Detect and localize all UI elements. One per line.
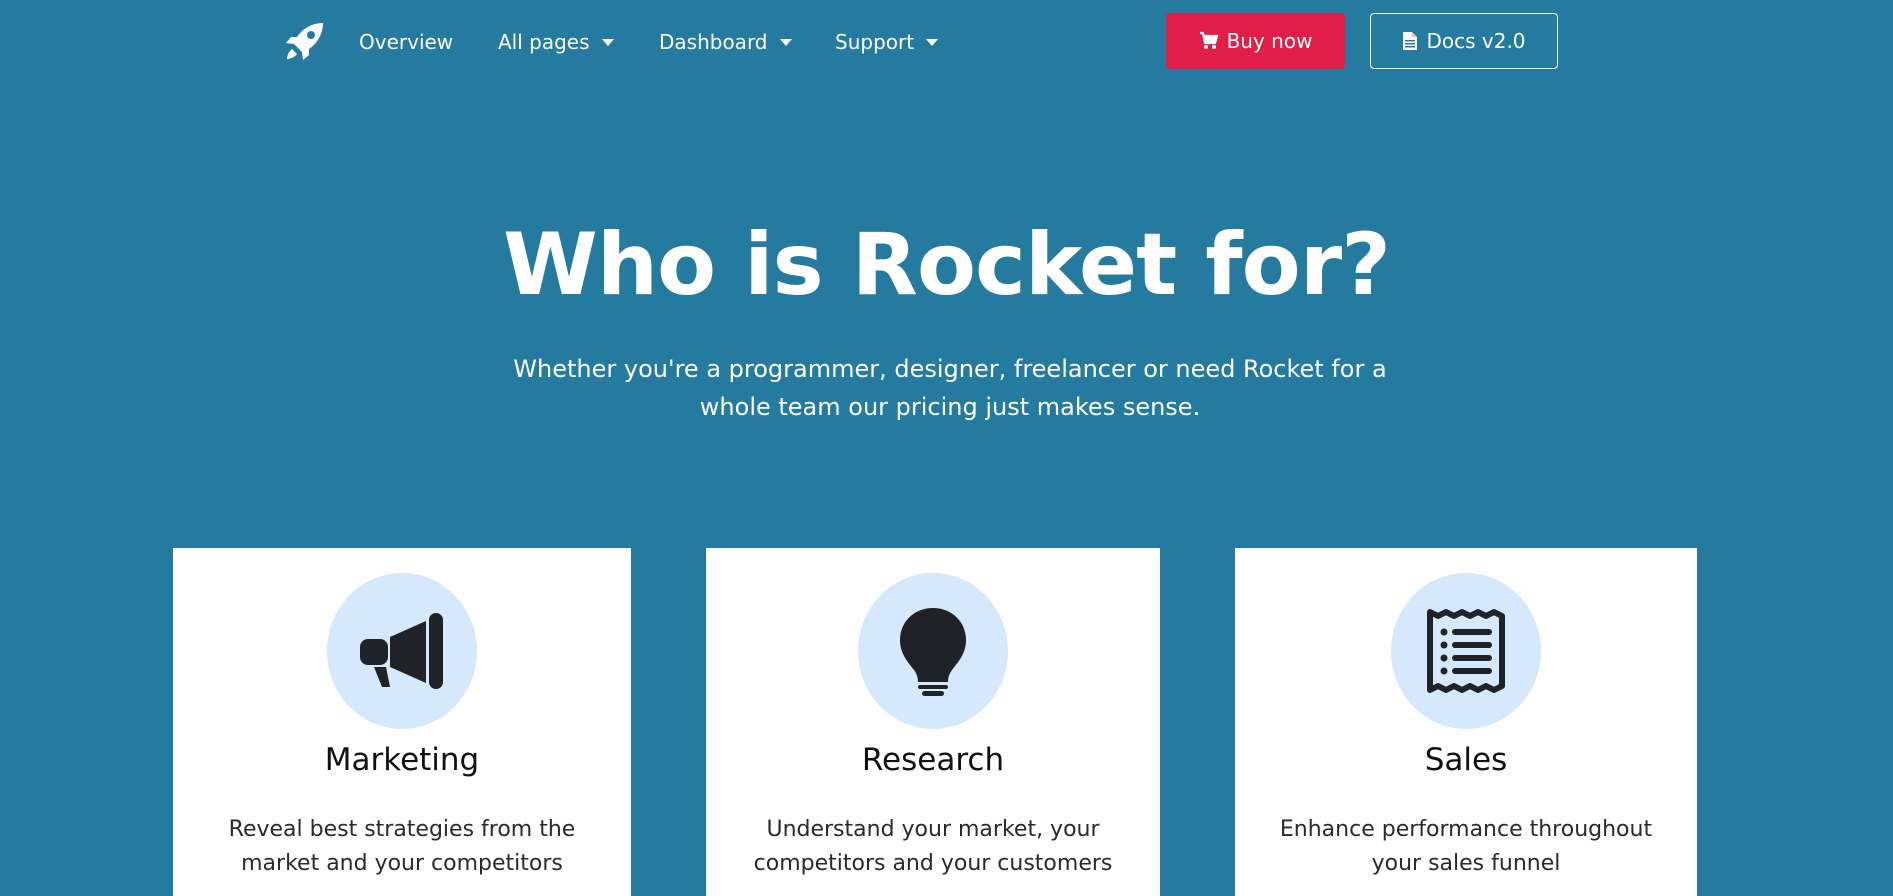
hero-subtitle: Whether you're a programmer, designer, f… [513, 355, 1387, 421]
chevron-down-icon [601, 38, 614, 46]
card-marketing-text: Reveal best strategies from the market a… [228, 817, 576, 876]
card-sales-text: Enhance performance throughout your sale… [1279, 817, 1653, 876]
nav-support-label: Support [835, 30, 915, 54]
marketing-icon-circle [327, 573, 477, 729]
card-research-text: Understand your market, your competitors… [753, 817, 1113, 876]
nav-dashboard-dropdown[interactable]: Dashboard [659, 28, 792, 56]
card-marketing: Marketing Reveal best strategies from th… [173, 548, 631, 896]
nav-overview[interactable]: Overview [359, 28, 453, 56]
brand-logo[interactable] [282, 18, 328, 64]
card-research-title: Research [861, 742, 1005, 778]
docs-button[interactable]: Docs v2.0 [1370, 13, 1558, 69]
card-research: Research Understand your market, your co… [706, 548, 1160, 896]
buy-now-button[interactable]: Buy now [1166, 13, 1345, 69]
nav-all-pages-dropdown[interactable]: All pages [498, 28, 614, 56]
hero-title: Who is Rocket for? [502, 215, 1391, 315]
nav-overview-label: Overview [359, 30, 454, 54]
card-marketing-title: Marketing [324, 742, 480, 778]
research-icon-circle [858, 573, 1008, 729]
receipt-icon [1427, 609, 1505, 693]
file-icon [1403, 32, 1418, 50]
lightbulb-icon [900, 608, 966, 696]
buy-now-label: Buy now [1226, 29, 1313, 53]
docs-label: Docs v2.0 [1426, 29, 1526, 53]
cart-icon [1199, 31, 1219, 49]
card-sales: Sales Enhance performance throughout you… [1235, 548, 1697, 896]
chevron-down-icon [779, 38, 792, 46]
rocket-icon [286, 23, 323, 60]
chevron-down-icon [926, 38, 939, 46]
nav-all-pages-label: All pages [498, 30, 590, 54]
sales-icon-circle [1391, 573, 1541, 729]
card-sales-title: Sales [1424, 742, 1508, 778]
navbar: Overview All pages Dashboard Support Buy… [0, 0, 1893, 84]
megaphone-icon [360, 613, 443, 689]
nav-support-dropdown[interactable]: Support [835, 28, 939, 56]
nav-dashboard-label: Dashboard [659, 30, 768, 54]
page: Overview All pages Dashboard Support Buy… [0, 0, 1893, 896]
